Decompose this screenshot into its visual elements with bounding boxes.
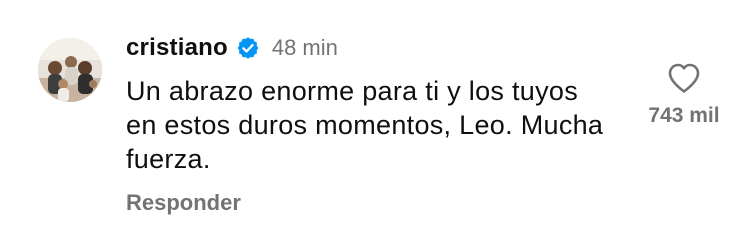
comment-text: Un abrazo enorme para ti y los tuyos en … — [126, 76, 604, 174]
username[interactable]: cristiano — [126, 34, 228, 62]
comment-timestamp: 48 min — [271, 35, 338, 60]
comment-item: cristiano 48 min Un abrazo enorme para t… — [0, 0, 738, 250]
avatar-photo — [38, 38, 102, 102]
comment-body: cristiano 48 min Un abrazo enorme para t… — [126, 30, 626, 216]
like-section: 743 mil — [634, 62, 734, 128]
comment-header: cristiano 48 min — [126, 30, 626, 66]
avatar[interactable] — [38, 38, 102, 102]
verified-badge-icon — [236, 36, 260, 60]
reply-button[interactable]: Responder — [126, 190, 241, 216]
heart-outline-icon[interactable] — [667, 62, 701, 94]
like-count: 743 mil — [648, 104, 720, 127]
